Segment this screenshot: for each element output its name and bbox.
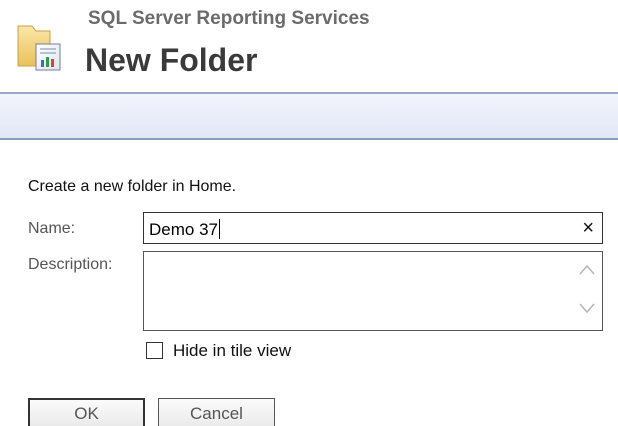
ok-button[interactable]: OK [28,398,145,426]
toolbar-band [0,92,618,140]
name-input-value[interactable]: Demo 37 [149,219,220,240]
app-name: SQL Server Reporting Services [88,8,370,29]
text-caret [218,219,220,239]
scroll-up-icon[interactable] [576,260,598,280]
clear-icon[interactable]: × [582,217,594,239]
description-textarea[interactable] [143,251,603,331]
form-intro: Create a new folder in Home. [28,178,237,195]
scroll-down-icon[interactable] [576,298,598,318]
hide-in-tile-view-checkbox[interactable] [146,342,163,359]
folder-report-icon [16,18,66,74]
name-label: Name: [28,220,76,237]
hide-in-tile-view-label[interactable]: Hide in tile view [173,341,291,361]
description-label: Description: [28,256,113,273]
cancel-button[interactable]: Cancel [158,398,275,426]
name-input[interactable]: Demo 37 × [143,212,603,244]
page-title: New Folder [85,42,258,78]
new-folder-page: SQL Server Reporting Services New Folder… [0,0,618,426]
